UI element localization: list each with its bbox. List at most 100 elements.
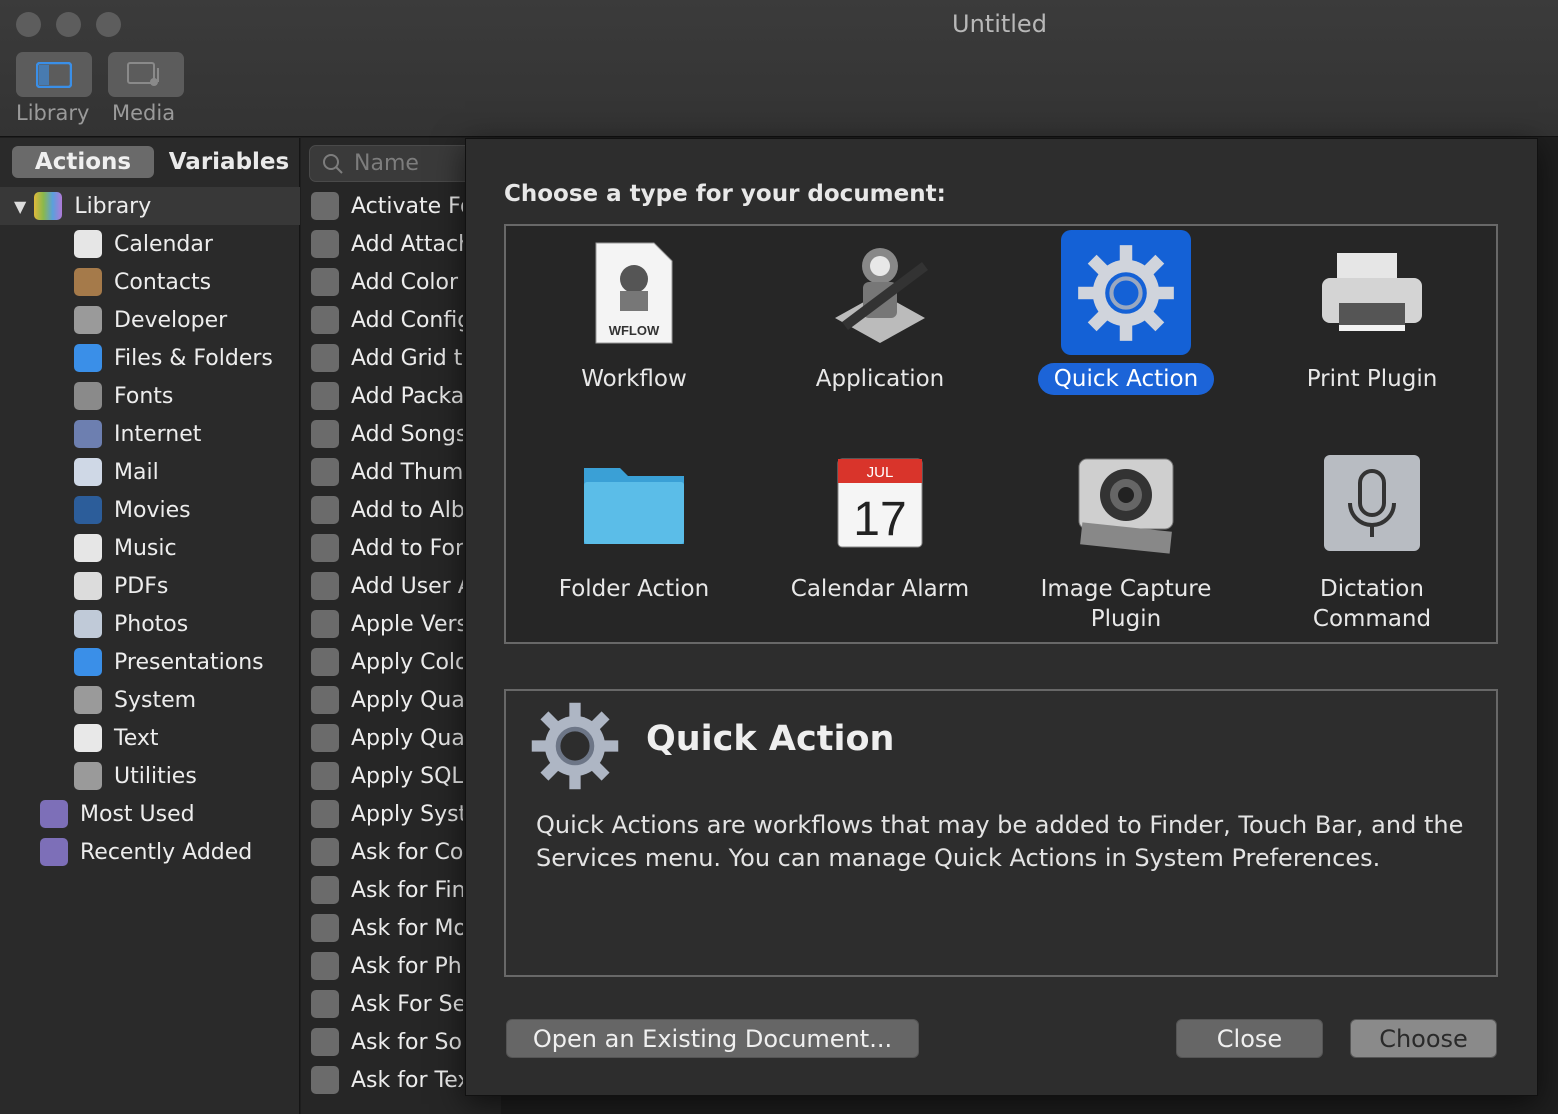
action-item[interactable]: Apply Quar xyxy=(311,719,463,757)
action-label: Add Color xyxy=(351,269,459,295)
action-icon xyxy=(311,420,339,448)
library-category[interactable]: Calendar xyxy=(74,225,213,263)
library-category[interactable]: Utilities xyxy=(74,757,197,795)
action-item[interactable]: Apply Colo xyxy=(311,643,463,681)
library-category-label: Photos xyxy=(114,611,189,637)
action-item[interactable]: Activate Fo xyxy=(311,187,463,225)
action-item[interactable]: Add Attach xyxy=(311,225,463,263)
document-type-grid: WFLOW Workflow Application Quick Action … xyxy=(504,224,1498,644)
action-item[interactable]: Add Thumb xyxy=(311,453,463,491)
library-category-label: Contacts xyxy=(114,269,212,295)
library-category[interactable]: Photos xyxy=(74,605,188,643)
type-label: Calendar Alarm xyxy=(790,576,970,602)
action-item[interactable]: Ask for Cor xyxy=(311,833,463,871)
library-category-label: Text xyxy=(114,725,159,751)
finder-icon xyxy=(74,344,102,372)
action-icon xyxy=(311,800,339,828)
library-category[interactable]: Internet xyxy=(74,415,201,453)
action-label: Add Grid to xyxy=(351,345,463,371)
library-category[interactable]: Presentations xyxy=(74,643,264,681)
type-application[interactable]: Application xyxy=(765,230,995,395)
action-icon xyxy=(311,382,339,410)
library-category[interactable]: Fonts xyxy=(74,377,173,415)
action-item[interactable]: Add Packa xyxy=(311,377,463,415)
action-item[interactable]: Ask for Tex xyxy=(311,1061,463,1099)
library-category[interactable]: Developer xyxy=(74,301,227,339)
library-category-label: System xyxy=(114,687,197,713)
open-existing-document-button[interactable]: Open an Existing Document... xyxy=(506,1019,919,1058)
action-label: Apply SQL xyxy=(351,763,463,789)
calendar-icon: JUL 17 xyxy=(815,440,945,565)
gear-icon xyxy=(1061,230,1191,355)
action-item[interactable]: Apple Vers xyxy=(311,605,463,643)
choose-button[interactable]: Choose xyxy=(1350,1019,1497,1058)
action-label: Apply Quar xyxy=(351,725,463,751)
library-category[interactable]: Mail xyxy=(74,453,159,491)
action-item[interactable]: Add Grid to xyxy=(311,339,463,377)
library-category-label: Files & Folders xyxy=(114,345,273,371)
media-button[interactable] xyxy=(108,52,184,97)
type-calendar-alarm[interactable]: JUL 17 Calendar Alarm xyxy=(765,440,995,605)
type-label: Print Plugin xyxy=(1306,366,1438,392)
action-item[interactable]: Ask for Sor xyxy=(311,1023,463,1061)
action-item[interactable]: Add Songs xyxy=(311,415,463,453)
library-category-label: Developer xyxy=(114,307,228,333)
action-item[interactable]: Add Color xyxy=(311,263,463,301)
action-label: Add Attach xyxy=(351,231,463,257)
close-button[interactable]: Close xyxy=(1176,1019,1323,1058)
action-label: Ask for Fin xyxy=(351,877,463,903)
library-category[interactable]: PDFs xyxy=(74,567,168,605)
library-category[interactable]: Movies xyxy=(74,491,191,529)
library-category[interactable]: System xyxy=(74,681,196,719)
camera-icon xyxy=(1061,440,1191,565)
disclosure-triangle-icon[interactable]: ▼ xyxy=(14,197,26,216)
action-item[interactable]: Apply SQL xyxy=(311,757,463,795)
action-icon xyxy=(311,496,339,524)
action-icon xyxy=(311,192,339,220)
type-quick-action[interactable]: Quick Action xyxy=(1011,230,1241,395)
type-dictation-command[interactable]: Dictation Command xyxy=(1257,440,1487,635)
tab-variables[interactable]: Variables xyxy=(158,146,300,178)
tab-actions[interactable]: Actions xyxy=(12,146,154,178)
library-category[interactable]: Files & Folders xyxy=(74,339,273,377)
action-item[interactable]: Add to Albu xyxy=(311,491,463,529)
action-icon xyxy=(311,268,339,296)
contacts-icon xyxy=(74,268,102,296)
svg-text:17: 17 xyxy=(853,493,906,546)
library-category[interactable]: Text xyxy=(74,719,159,757)
smart-folder-icon xyxy=(40,838,68,866)
action-label: Apply Quar xyxy=(351,687,463,713)
action-label: Ask for Tex xyxy=(351,1067,463,1093)
library-toggle-button[interactable] xyxy=(16,52,92,97)
library-category[interactable]: Contacts xyxy=(74,263,211,301)
action-item[interactable]: Add to Fon xyxy=(311,529,463,567)
type-print-plugin[interactable]: Print Plugin xyxy=(1257,230,1487,395)
action-item[interactable]: Ask for Mo xyxy=(311,909,463,947)
smart-group[interactable]: Recently Added xyxy=(40,833,252,871)
search-icon xyxy=(323,153,343,174)
action-label: Ask for Mo xyxy=(351,915,463,941)
library-category[interactable]: Music xyxy=(74,529,177,567)
search-input[interactable]: Name xyxy=(309,145,489,182)
type-folder-action[interactable]: Folder Action xyxy=(519,440,749,605)
calendar-icon xyxy=(74,230,102,258)
type-workflow[interactable]: WFLOW Workflow xyxy=(519,230,749,395)
action-item[interactable]: Add User A xyxy=(311,567,463,605)
tools-icon xyxy=(74,306,102,334)
action-icon xyxy=(311,952,339,980)
action-item[interactable]: Apply Syst xyxy=(311,795,463,833)
action-label: Ask for Pho xyxy=(351,953,463,979)
action-item[interactable]: Ask for Fin xyxy=(311,871,463,909)
action-item[interactable]: Ask For Se xyxy=(311,985,463,1023)
svg-text:JUL: JUL xyxy=(867,464,894,481)
action-item[interactable]: Apply Quar xyxy=(311,681,463,719)
type-image-capture-plugin[interactable]: Image Capture Plugin xyxy=(1011,440,1241,635)
smart-group[interactable]: Most Used xyxy=(40,795,195,833)
globe-icon xyxy=(74,420,102,448)
pdf-icon xyxy=(74,572,102,600)
action-item[interactable]: Ask for Pho xyxy=(311,947,463,985)
action-icon xyxy=(311,686,339,714)
workflow-icon: WFLOW xyxy=(569,230,699,355)
action-item[interactable]: Add Config xyxy=(311,301,463,339)
library-root[interactable]: ▼ Library xyxy=(0,187,300,225)
